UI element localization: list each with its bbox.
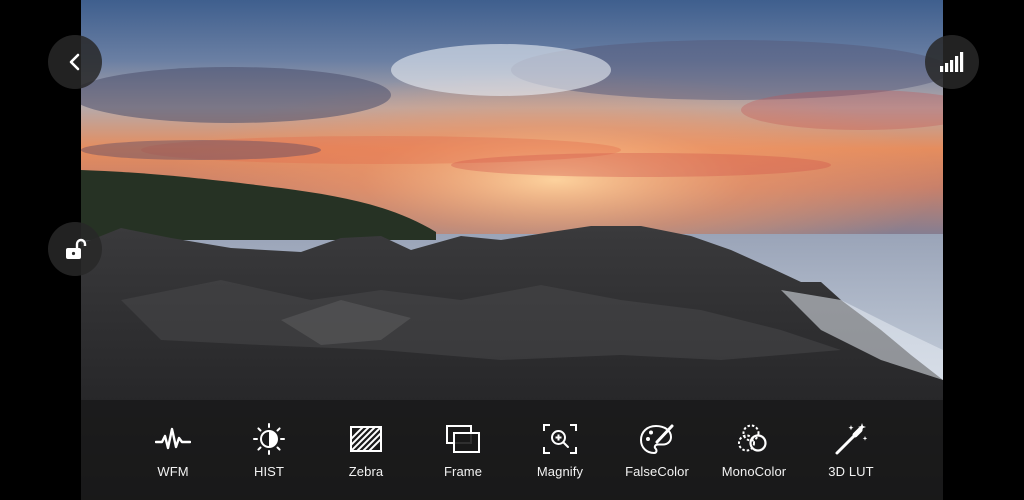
monitoring-toolbar: WFM HIST Zebra Frame Magnify FalseColor … xyxy=(81,400,943,500)
tool-falsecolor-button[interactable]: FalseColor xyxy=(607,400,707,500)
tool-frame-label: Frame xyxy=(443,464,483,479)
palette-brush-icon xyxy=(639,424,674,455)
tool-wfm-label: WFM xyxy=(157,464,189,479)
tool-zebra-button[interactable]: Zebra xyxy=(316,400,416,500)
tool-3dlut-label: 3D LUT xyxy=(828,464,874,479)
magic-wand-icon xyxy=(835,423,868,455)
tool-hist-button[interactable]: HIST xyxy=(219,400,319,500)
tool-falsecolor-label: FalseColor xyxy=(625,464,689,479)
tool-monocolor-button[interactable]: MonoColor xyxy=(704,400,804,500)
tool-hist-label: HIST xyxy=(253,464,284,479)
tool-magnify-label: Magnify xyxy=(536,464,584,479)
monocolor-icon xyxy=(738,424,767,452)
tool-wfm-button[interactable]: WFM xyxy=(123,400,223,500)
signal-status-button[interactable] xyxy=(925,35,979,89)
signal-bars-icon xyxy=(940,52,964,72)
lock-toggle-button[interactable] xyxy=(48,222,102,276)
tool-frame-button[interactable]: Frame xyxy=(413,400,513,500)
tool-3dlut-button[interactable]: 3D LUT xyxy=(801,400,901,500)
back-button[interactable] xyxy=(48,35,102,89)
tool-zebra-label: Zebra xyxy=(348,464,384,479)
chevron-left-icon xyxy=(69,53,80,71)
waveform-icon xyxy=(155,427,191,450)
histogram-contrast-icon xyxy=(253,423,285,455)
tool-magnify-button[interactable]: Magnify xyxy=(510,400,610,500)
frame-icon xyxy=(446,425,480,453)
zebra-stripes-icon xyxy=(350,426,382,452)
tool-monocolor-label: MonoColor xyxy=(721,464,787,479)
magnify-icon xyxy=(543,424,577,454)
unlocked-padlock-icon xyxy=(66,238,87,259)
